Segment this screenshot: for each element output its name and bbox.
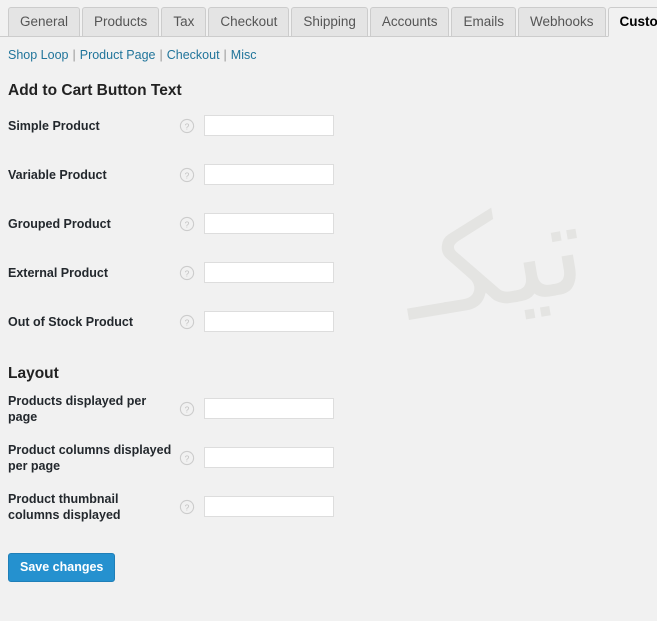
- svg-text:?: ?: [185, 317, 190, 327]
- field-label: Product columns displayed per page: [8, 442, 172, 473]
- field-input[interactable]: [204, 262, 334, 283]
- help-icon[interactable]: ?: [178, 117, 196, 135]
- field-label: Out of Stock Product: [8, 314, 133, 329]
- field-row: Simple Product?: [8, 101, 348, 150]
- subnav-link-shop-loop[interactable]: Shop Loop: [8, 48, 68, 62]
- svg-text:?: ?: [185, 121, 190, 131]
- svg-text:?: ?: [185, 502, 190, 512]
- tab-customizer[interactable]: Customizer: [607, 7, 657, 37]
- field-row: Out of Stock Product?: [8, 297, 348, 346]
- help-icon[interactable]: ?: [178, 264, 196, 282]
- help-icon[interactable]: ?: [178, 166, 196, 184]
- field-label: Variable Product: [8, 167, 107, 182]
- svg-text:?: ?: [185, 404, 190, 414]
- tab-accounts[interactable]: Accounts: [369, 7, 450, 37]
- subnav-link-misc[interactable]: Misc: [231, 48, 257, 62]
- subnav-separator: |: [223, 48, 227, 62]
- field-list: Products displayed per page? Product colu…: [8, 384, 348, 531]
- subnav-separator: |: [72, 48, 76, 62]
- svg-text:?: ?: [185, 268, 190, 278]
- field-input[interactable]: [204, 496, 334, 517]
- field-input[interactable]: [204, 213, 334, 234]
- settings-form: Add to Cart Button Text Simple Product? Va…: [0, 81, 657, 531]
- save-changes-button[interactable]: Save changes: [8, 553, 116, 582]
- section-title-add-to-cart-button-text: Add to Cart Button Text: [8, 82, 182, 99]
- field-row: External Product?: [8, 248, 348, 297]
- help-icon[interactable]: ?: [178, 313, 196, 331]
- field-label: Simple Product: [8, 118, 100, 133]
- subnav: Shop Loop | Product Page | Checkout | Misc: [0, 37, 657, 63]
- field-list: Simple Product? Variable Product? Grouped …: [8, 101, 348, 346]
- tab-tax[interactable]: Tax: [161, 7, 207, 37]
- section-title-layout: Layout: [8, 365, 59, 382]
- field-label: Grouped Product: [8, 216, 111, 231]
- subnav-separator: |: [159, 48, 163, 62]
- field-input[interactable]: [204, 398, 334, 419]
- help-icon[interactable]: ?: [178, 449, 196, 467]
- submit-row: Save changes: [0, 531, 657, 582]
- svg-text:?: ?: [185, 170, 190, 180]
- help-icon[interactable]: ?: [178, 498, 196, 516]
- field-label: Product thumbnail columns displayed: [8, 491, 121, 522]
- help-icon[interactable]: ?: [178, 215, 196, 233]
- svg-text:?: ?: [185, 219, 190, 229]
- tab-shipping[interactable]: Shipping: [291, 7, 368, 37]
- subnav-link-product-page[interactable]: Product Page: [80, 48, 156, 62]
- settings-tab-bar: General Products Tax Checkout Shipping Accoun…: [0, 0, 657, 37]
- field-row: Products displayed per page?: [8, 384, 348, 433]
- help-icon[interactable]: ?: [178, 400, 196, 418]
- tab-general[interactable]: General: [8, 7, 81, 37]
- tab-emails[interactable]: Emails: [451, 7, 516, 37]
- settings-page: تیکـ General Products Tax Checkout Shipping A…: [0, 0, 657, 621]
- subnav-link-checkout[interactable]: Checkout: [167, 48, 220, 62]
- field-row: Grouped Product?: [8, 199, 348, 248]
- field-row: Product columns displayed per page?: [8, 433, 348, 482]
- field-label: Products displayed per page: [8, 393, 147, 424]
- field-input[interactable]: [204, 115, 334, 136]
- field-input[interactable]: [204, 447, 334, 468]
- field-row: Variable Product?: [8, 150, 348, 199]
- tab-products[interactable]: Products: [82, 7, 160, 37]
- tab-checkout[interactable]: Checkout: [208, 7, 290, 37]
- field-label: External Product: [8, 265, 109, 280]
- field-row: Product thumbnail columns displayed?: [8, 482, 348, 531]
- svg-text:?: ?: [185, 453, 190, 463]
- tab-webhooks[interactable]: Webhooks: [517, 7, 606, 37]
- field-input[interactable]: [204, 311, 334, 332]
- field-input[interactable]: [204, 164, 334, 185]
